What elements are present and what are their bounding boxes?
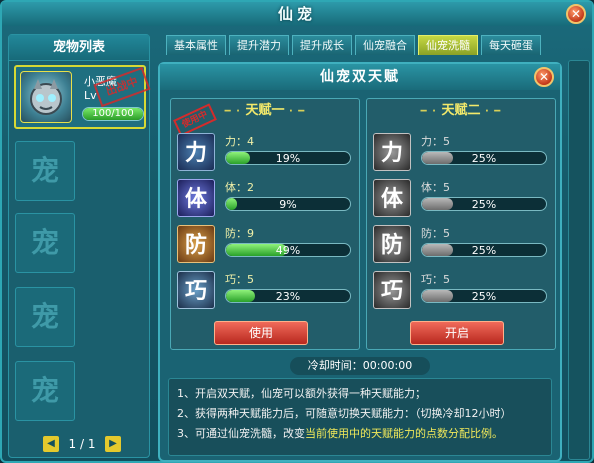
stat-progress-bar: 25% (421, 151, 547, 165)
stat-progress-bar: 23% (225, 289, 351, 303)
stat-row-agility: 巧 巧：5 25% (373, 271, 551, 311)
dialog-close-button[interactable]: ✕ (534, 67, 554, 87)
empty-pet-slot[interactable]: 宠 (15, 287, 75, 347)
note-line-3-text: 3、可通过仙宠洗髓，改变 (177, 427, 305, 440)
stat-progress-bar: 49% (225, 243, 351, 257)
stat-progress-bar: 19% (225, 151, 351, 165)
header-ornament-icon: · ━ (289, 106, 306, 117)
agility-icon: 巧 (373, 271, 411, 309)
defense-icon: 防 (177, 225, 215, 263)
stat-percent: 25% (471, 198, 497, 211)
agility-icon: 巧 (177, 271, 215, 309)
stat-label: 防：5 (421, 227, 450, 240)
pet-list-pager: ◀ 1 / 1 ▶ (43, 435, 121, 453)
empty-pet-slot[interactable]: 宠 (15, 141, 75, 201)
header-ornament-icon: ━ · (420, 106, 437, 117)
talent-notes: 1、开启双天赋，仙宠可以额外获得一种天赋能力； 2、获得两种天赋能力后，可随意切… (168, 378, 552, 456)
pet-window: 仙宠 ✕ 宠物列表 小恶魔 Lv 出战中 100/100 宠 宠 宠 宠 ◀ 1… (0, 0, 594, 463)
stat-row-agility: 巧 巧：5 23% (177, 271, 355, 311)
talent-two-title: 天赋二 (441, 103, 481, 118)
talent-two-panel: ━ · 天赋二 · ━ 力 力：5 25% 体 体：5 25% 防 防：5 25… (366, 98, 556, 350)
prev-page-button[interactable]: ◀ (43, 436, 59, 452)
dual-talent-dialog: 仙宠双天赋 ✕ ━ · 天赋一 · ━ 使用中 力 力：4 19% 体 体：2 (158, 62, 562, 462)
stat-progress-bar: 25% (421, 289, 547, 303)
enable-talent-button[interactable]: 开启 (410, 321, 504, 345)
talent-one-panel: ━ · 天赋一 · ━ 使用中 力 力：4 19% 体 体：2 9% 防 防：9… (170, 98, 360, 350)
page-indicator: 1 / 1 (68, 437, 96, 451)
talent-two-header: ━ · 天赋二 · ━ (367, 99, 555, 123)
stat-row-defense: 防 防：9 49% (177, 225, 355, 265)
background-panel-edge (568, 60, 590, 460)
stat-progress-bar: 25% (421, 197, 547, 211)
stat-percent: 9% (279, 198, 297, 211)
stat-percent: 19% (275, 152, 301, 165)
stat-label: 力：4 (225, 135, 254, 148)
tab-pet-fusion[interactable]: 仙宠融合 (355, 35, 415, 55)
note-line-3-highlight: 当前使用中的天赋能力的点数分配比例。 (305, 427, 503, 440)
pet-hp-text: 100/100 (92, 108, 134, 119)
header-ornament-icon: ━ · (224, 106, 241, 117)
title-bar: 仙宠 ✕ (2, 2, 592, 26)
stat-row-strength: 力 力：5 25% (373, 133, 551, 173)
constitution-icon: 体 (373, 179, 411, 217)
stat-label: 力：5 (421, 135, 450, 148)
tab-bar: 基本属性 提升潜力 提升成长 仙宠融合 仙宠洗髓 每天砸蛋 (166, 35, 541, 55)
stat-progress-bar: 9% (225, 197, 351, 211)
stat-label: 巧：5 (421, 273, 450, 286)
stat-label: 体：5 (421, 181, 450, 194)
stat-row-constitution: 体 体：2 9% (177, 179, 355, 219)
stat-label: 巧：5 (225, 273, 254, 286)
stat-label: 防：9 (225, 227, 254, 240)
pet-hp-bar: 100/100 (82, 107, 144, 121)
window-title: 仙宠 (277, 5, 316, 23)
dialog-title: 仙宠双天赋 (160, 64, 560, 90)
cooldown-timer: 冷却时间：00:00:00 (290, 357, 430, 375)
note-line-3: 3、可通过仙宠洗髓，改变当前使用中的天赋能力的点数分配比例。 (177, 424, 543, 444)
strength-icon: 力 (373, 133, 411, 171)
note-line-1: 1、开启双天赋，仙宠可以额外获得一种天赋能力； (177, 387, 426, 400)
stat-percent: 25% (471, 152, 497, 165)
pet-level: Lv (84, 89, 97, 102)
window-close-button[interactable]: ✕ (566, 4, 586, 24)
stat-percent: 49% (275, 244, 301, 257)
header-ornament-icon: · ━ (485, 106, 502, 117)
empty-pet-slot[interactable]: 宠 (15, 361, 75, 421)
stat-percent: 23% (275, 290, 301, 303)
stat-progress-bar: 25% (421, 243, 547, 257)
stat-row-constitution: 体 体：5 25% (373, 179, 551, 219)
use-talent-button[interactable]: 使用 (214, 321, 308, 345)
note-line-2: 2、获得两种天赋能力后，可随意切换天赋能力：（切换冷却12小时） (177, 407, 512, 420)
pet-list-panel: 宠物列表 小恶魔 Lv 出战中 100/100 宠 宠 宠 宠 ◀ 1 / 1 … (8, 34, 151, 458)
pet-portrait-icon (30, 79, 62, 115)
stat-row-strength: 力 力：4 19% (177, 133, 355, 173)
pet-card-selected[interactable]: 小恶魔 Lv 出战中 100/100 (14, 65, 151, 129)
stat-percent: 25% (471, 244, 497, 257)
next-page-button[interactable]: ▶ (104, 436, 121, 452)
pet-avatar (20, 71, 72, 123)
strength-icon: 力 (177, 133, 215, 171)
empty-pet-slot[interactable]: 宠 (15, 213, 75, 273)
tab-basic-attributes[interactable]: 基本属性 (166, 35, 226, 55)
stat-percent: 25% (471, 290, 497, 303)
tab-improve-potential[interactable]: 提升潜力 (229, 35, 289, 55)
talent-one-title: 天赋一 (245, 103, 285, 118)
constitution-icon: 体 (177, 179, 215, 217)
stat-row-defense: 防 防：5 25% (373, 225, 551, 265)
tab-daily-egg[interactable]: 每天砸蛋 (481, 35, 541, 55)
tab-pet-refine[interactable]: 仙宠洗髓 (418, 35, 478, 55)
tab-improve-growth[interactable]: 提升成长 (292, 35, 352, 55)
stat-label: 体：2 (225, 181, 254, 194)
defense-icon: 防 (373, 225, 411, 263)
pet-list-header: 宠物列表 (9, 35, 149, 61)
